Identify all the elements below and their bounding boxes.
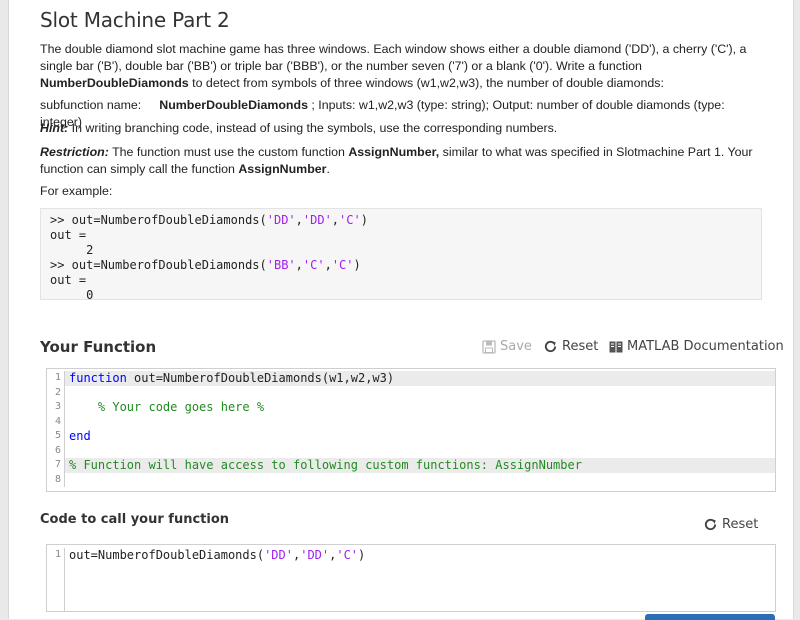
example-line-5: out = xyxy=(50,273,87,287)
problem-description: The double diamond slot machine game has… xyxy=(40,41,760,92)
save-icon xyxy=(482,339,496,354)
problem-card: Slot Machine Part 2 The double diamond s… xyxy=(8,0,794,620)
call-arg: 'DD' xyxy=(300,548,330,562)
call-close-paren: ) xyxy=(358,548,366,562)
call-arg: 'C' xyxy=(336,548,359,562)
example-code-block: >> out=NumberofDoubleDiamonds('DD','DD',… xyxy=(40,208,762,302)
restriction-func-2: AssignNumber xyxy=(238,162,327,176)
example-label: For example: xyxy=(40,184,113,198)
line-number: 4 xyxy=(47,414,65,429)
desc-text: The double diamond slot machine game has… xyxy=(40,42,747,73)
code-comment: % Function will have access to following… xyxy=(69,458,582,472)
code-keyword: function xyxy=(69,371,127,385)
save-button[interactable]: Save xyxy=(482,339,532,354)
hint-label: Hint: xyxy=(40,121,69,135)
call-function-heading: Code to call your function xyxy=(40,512,230,527)
code-text: out=NumberofDoubleDiamonds(w1,w2,w3) xyxy=(126,371,395,385)
editor-line[interactable]: 2 xyxy=(47,385,775,400)
editor-line[interactable]: 8 xyxy=(47,472,775,487)
line-number: 7 xyxy=(47,458,65,473)
line-number: 5 xyxy=(47,429,65,444)
line-number: 1 xyxy=(47,548,65,611)
run-function-button[interactable] xyxy=(645,614,775,620)
example-arg: 'C' xyxy=(302,258,325,272)
restriction-func: AssignNumber, xyxy=(348,145,440,159)
example-line-3: 2 xyxy=(50,243,94,257)
hint-text: In writing branching code, instead of us… xyxy=(68,121,558,135)
editor-line[interactable]: 7 % Function will have access to followin… xyxy=(47,458,775,473)
example-arg: 'DD' xyxy=(302,213,332,227)
reset-icon xyxy=(703,517,718,532)
call-arg: 'DD' xyxy=(264,548,293,562)
restriction-period: . xyxy=(326,162,330,176)
your-function-heading: Your Function xyxy=(40,338,157,356)
subfunction-label: subfunction name: xyxy=(40,98,142,112)
example-line-2: out = xyxy=(50,228,87,242)
reset-icon xyxy=(543,339,558,354)
page-title: Slot Machine Part 2 xyxy=(40,8,230,32)
code-keyword: end xyxy=(69,429,91,443)
matlab-documentation-link[interactable]: MATLAB Documentation xyxy=(609,339,784,354)
hint: Hint: In writing branching code, instead… xyxy=(40,120,760,137)
call-code-editor[interactable]: 1 out=NumberofDoubleDiamonds('DD','DD','C… xyxy=(46,544,776,612)
example-line-6: 0 xyxy=(50,288,94,302)
reset-button[interactable]: Reset xyxy=(543,339,598,354)
example-line-4: >> out=NumberofDoubleDiamonds( xyxy=(50,258,267,272)
example-arg: 'BB' xyxy=(266,258,296,272)
desc-function-name: NumberDoubleDiamonds xyxy=(40,76,189,90)
restriction: Restriction: The function must use the c… xyxy=(40,144,760,178)
matlab-doc-label: MATLAB Documentation xyxy=(627,339,784,354)
example-arg: 'DD' xyxy=(266,213,296,227)
book-icon xyxy=(609,341,623,353)
editor-line[interactable]: 1 out=NumberofDoubleDiamonds('DD','DD','C… xyxy=(47,548,775,611)
line-number: 1 xyxy=(47,371,65,386)
example-arg: 'C' xyxy=(331,258,354,272)
restriction-text: The function must use the custom functio… xyxy=(108,145,349,159)
editor-line[interactable]: 6 xyxy=(47,443,775,458)
line-number: 2 xyxy=(47,385,65,400)
desc-text-end: to detect from symbols of three windows … xyxy=(188,76,664,90)
editor-line[interactable]: 4 xyxy=(47,414,775,429)
function-code-editor[interactable]: 1 function out=NumberofDoubleDiamonds(w1,… xyxy=(46,368,776,492)
line-number: 3 xyxy=(47,400,65,415)
call-reset-button[interactable]: Reset xyxy=(703,517,758,532)
call-reset-label: Reset xyxy=(722,517,759,532)
line-number: 6 xyxy=(47,443,65,458)
editor-line[interactable]: 3 % Your code goes here % xyxy=(47,400,775,415)
editor-line[interactable]: 1 function out=NumberofDoubleDiamonds(w1,… xyxy=(47,371,775,386)
call-code: out=NumberofDoubleDiamonds( xyxy=(69,548,265,562)
example-line-1: >> out=NumberofDoubleDiamonds( xyxy=(50,213,267,227)
reset-label: Reset xyxy=(562,339,599,354)
code-comment: % Your code goes here % xyxy=(97,400,265,414)
save-label: Save xyxy=(500,339,532,354)
restriction-label: Restriction: xyxy=(40,145,109,159)
subfunction-name: NumberDoubleDiamonds xyxy=(159,98,308,112)
example-arg: 'C' xyxy=(339,213,361,227)
line-number: 8 xyxy=(47,472,65,487)
editor-line[interactable]: 5 end xyxy=(47,429,775,444)
